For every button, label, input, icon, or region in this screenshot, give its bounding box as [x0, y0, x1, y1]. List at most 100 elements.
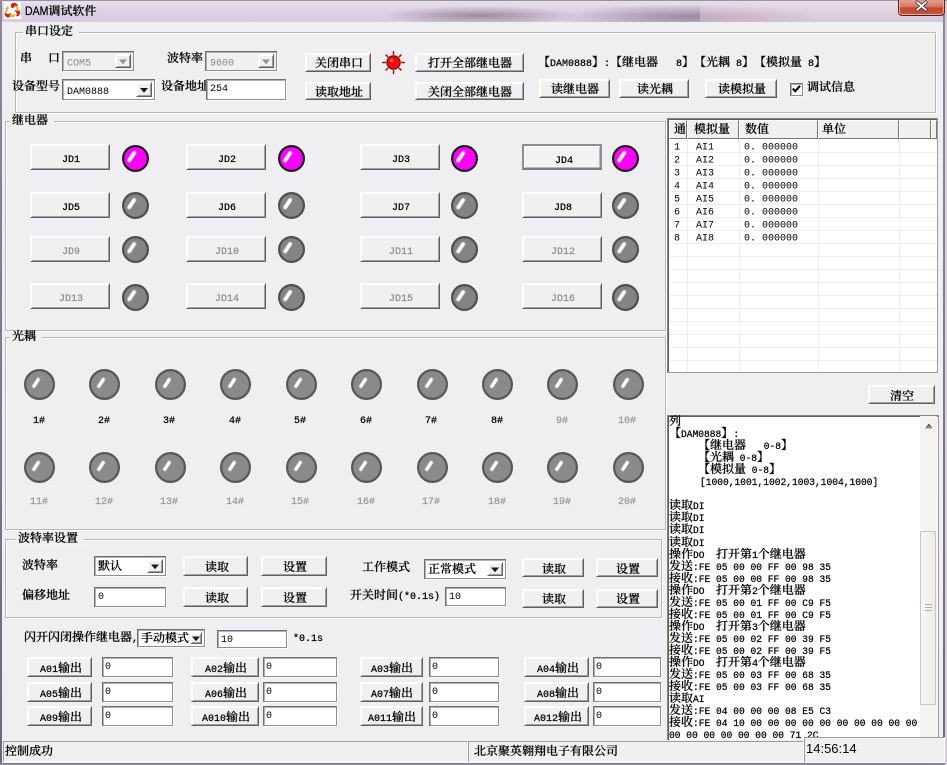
svg-text::FE 05 00 03 FF 00 68 35: :FE 05 00 03 FF 00 68 35 — [693, 683, 831, 694]
svg-text:8: 8 — [674, 234, 680, 245]
svg-text:JD9: JD9 — [62, 247, 80, 258]
svg-text:8: 8 — [676, 59, 682, 70]
svg-text:AI4: AI4 — [696, 182, 714, 193]
svg-text:0: 0 — [432, 687, 438, 698]
svg-text:0: 0 — [432, 662, 438, 673]
svg-text:8: 8 — [736, 59, 742, 70]
svg-text:15#: 15# — [291, 497, 309, 508]
svg-text:JD16: JD16 — [551, 294, 575, 305]
svg-text:11#: 11# — [30, 497, 48, 508]
svg-text:AI2: AI2 — [696, 156, 714, 167]
svg-text:0. 000000: 0. 000000 — [744, 156, 798, 167]
svg-text:1: 1 — [674, 143, 680, 154]
svg-text:0. 000000: 0. 000000 — [744, 143, 798, 154]
svg-text:DAM: DAM — [25, 4, 48, 18]
svg-text:AI3: AI3 — [696, 169, 714, 180]
svg-text::: : — [604, 59, 610, 70]
svg-text:A07: A07 — [371, 690, 389, 701]
svg-text:JD11: JD11 — [389, 247, 413, 258]
svg-text:JD13: JD13 — [59, 294, 83, 305]
svg-text:18#: 18# — [488, 497, 506, 508]
svg-text:14#: 14# — [226, 497, 244, 508]
svg-text:JD8: JD8 — [554, 203, 572, 214]
svg-text:10: 10 — [449, 592, 461, 603]
svg-text:JD12: JD12 — [551, 247, 575, 258]
svg-text:9#: 9# — [556, 416, 568, 427]
svg-text:0: 0 — [105, 687, 111, 698]
svg-text:A08: A08 — [537, 690, 555, 701]
svg-text:AI5: AI5 — [696, 195, 714, 206]
svg-text:4#: 4# — [229, 416, 241, 427]
svg-text:JD10: JD10 — [215, 247, 239, 258]
svg-text:0. 000000: 0. 000000 — [744, 208, 798, 219]
svg-text:19#: 19# — [553, 497, 571, 508]
svg-text:A06: A06 — [205, 690, 223, 701]
svg-text:DAM0888: DAM0888 — [67, 87, 109, 98]
svg-text:0: 0 — [98, 592, 104, 603]
svg-text:JD2: JD2 — [218, 155, 236, 166]
svg-text:0. 000000: 0. 000000 — [744, 234, 798, 245]
svg-text:DAM0888: DAM0888 — [550, 59, 592, 70]
svg-text:0: 0 — [105, 662, 111, 673]
svg-text:0. 000000: 0. 000000 — [744, 195, 798, 206]
svg-text:JD14: JD14 — [215, 294, 239, 305]
svg-text:10#: 10# — [618, 416, 636, 427]
svg-text:AI1: AI1 — [696, 143, 714, 154]
svg-text:9600: 9600 — [210, 59, 234, 70]
svg-text:2#: 2# — [98, 416, 110, 427]
svg-text:A012: A012 — [534, 714, 558, 725]
svg-text:16#: 16# — [357, 497, 375, 508]
svg-text:6#: 6# — [360, 416, 372, 427]
svg-text:AI6: AI6 — [696, 208, 714, 219]
svg-text:AI7: AI7 — [696, 221, 714, 232]
svg-text:A010: A010 — [202, 714, 226, 725]
svg-text:1#: 1# — [33, 416, 45, 427]
svg-text:A01: A01 — [40, 665, 58, 676]
svg-text:0: 0 — [432, 711, 438, 722]
svg-text:COM5: COM5 — [67, 59, 91, 70]
svg-text:0: 0 — [596, 687, 602, 698]
svg-text:JD4: JD4 — [555, 156, 573, 167]
svg-text:8: 8 — [808, 59, 814, 70]
svg-text:JD6: JD6 — [218, 203, 236, 214]
svg-text:0: 0 — [266, 711, 272, 722]
svg-text:A011: A011 — [368, 714, 392, 725]
svg-text:0: 0 — [266, 687, 272, 698]
svg-text:A03: A03 — [371, 665, 389, 676]
svg-text:14:56:14: 14:56:14 — [806, 741, 857, 756]
svg-text:8#: 8# — [491, 416, 503, 427]
svg-text:7#: 7# — [425, 416, 437, 427]
svg-text:0. 000000: 0. 000000 — [744, 221, 798, 232]
svg-text:A05: A05 — [40, 690, 58, 701]
svg-text:17#: 17# — [422, 497, 440, 508]
svg-text:JD15: JD15 — [389, 294, 413, 305]
svg-text:254: 254 — [210, 84, 228, 95]
svg-text:A02: A02 — [205, 665, 223, 676]
svg-text:A04: A04 — [537, 665, 555, 676]
svg-text:10: 10 — [221, 635, 233, 646]
svg-text:2: 2 — [674, 156, 680, 167]
svg-text:4: 4 — [674, 182, 680, 193]
svg-text:A09: A09 — [40, 714, 58, 725]
svg-text:*0.1s: *0.1s — [293, 633, 323, 645]
svg-text:12#: 12# — [95, 497, 113, 508]
svg-text:13#: 13# — [160, 497, 178, 508]
svg-text:JD5: JD5 — [62, 203, 80, 214]
svg-text:0: 0 — [105, 711, 111, 722]
svg-text:0: 0 — [596, 711, 602, 722]
svg-text:3: 3 — [674, 169, 680, 180]
svg-text:20#: 20# — [618, 497, 636, 508]
svg-text:6: 6 — [674, 208, 680, 219]
svg-text:5#: 5# — [294, 416, 306, 427]
svg-text:JD3: JD3 — [392, 155, 410, 166]
svg-text:0: 0 — [596, 662, 602, 673]
svg-text:[1000,1001,1002,1003,1004,1000: [1000,1001,1002,1003,1004,1000] — [700, 477, 878, 489]
svg-text:5: 5 — [674, 195, 680, 206]
svg-text:(*0.1s): (*0.1s) — [398, 591, 440, 603]
svg-text:7: 7 — [674, 221, 680, 232]
svg-text:JD7: JD7 — [392, 203, 410, 214]
svg-text:0. 000000: 0. 000000 — [744, 182, 798, 193]
svg-text:3#: 3# — [163, 416, 175, 427]
svg-text:JD1: JD1 — [62, 155, 80, 166]
svg-text:0. 000000: 0. 000000 — [744, 169, 798, 180]
